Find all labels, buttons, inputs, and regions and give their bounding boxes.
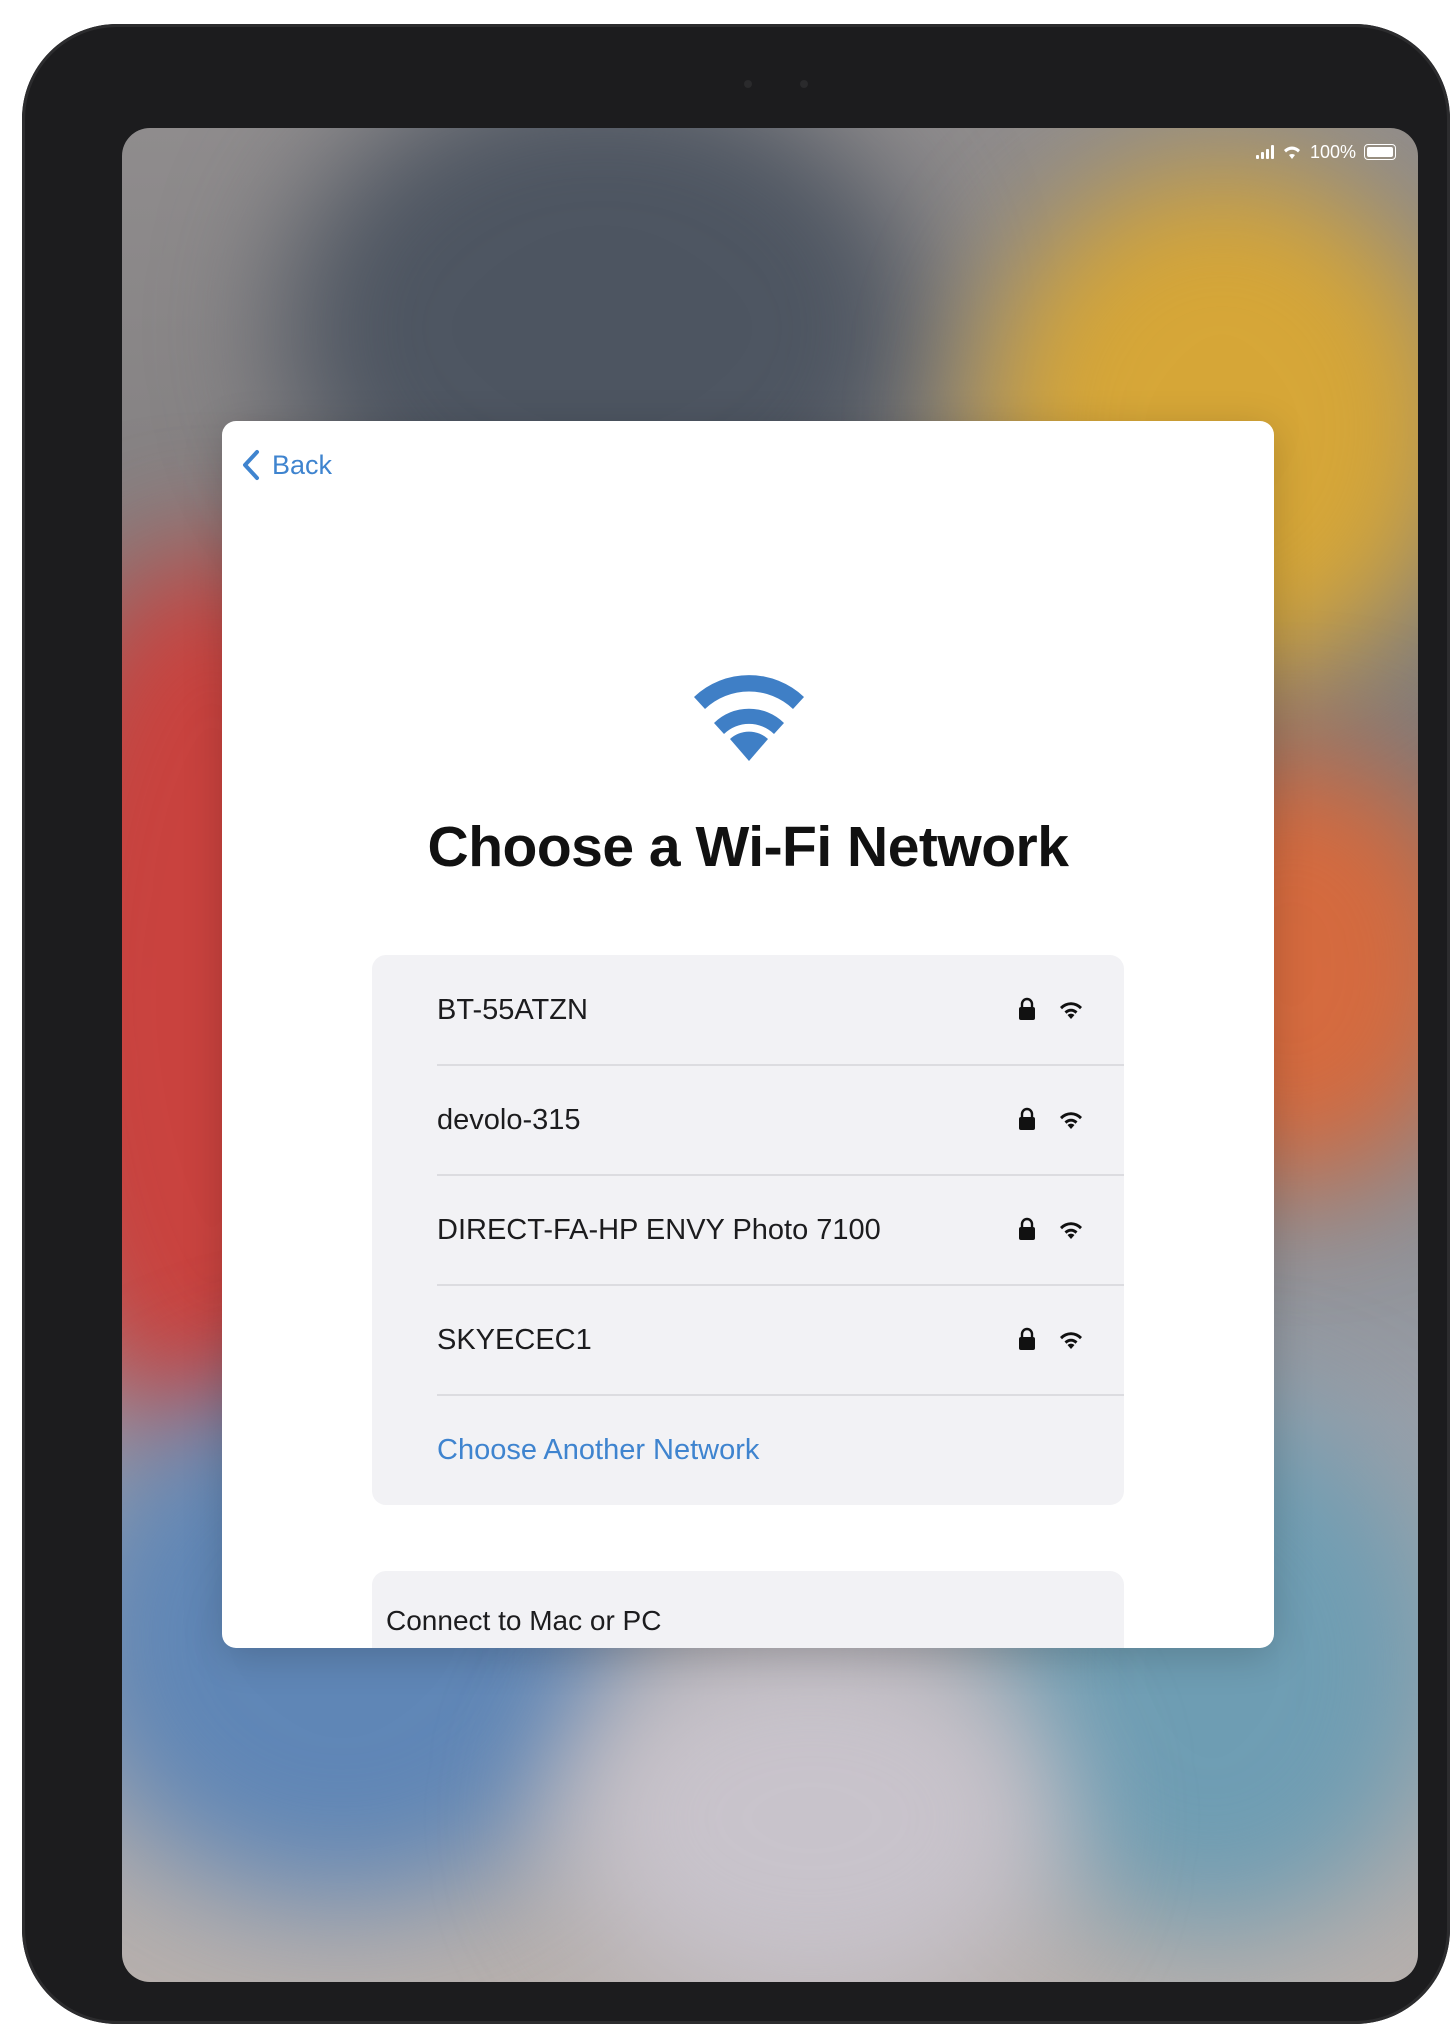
wifi-setup-sheet: Back Choose a Wi-Fi Network BT-55ATZN de… — [222, 421, 1274, 1648]
wifi-signal-icon — [1060, 1112, 1082, 1129]
status-bar: 100% — [1255, 138, 1396, 166]
network-list: BT-55ATZN devolo-315 DIRECT-FA-HP ENVY P… — [372, 955, 1124, 1505]
chevron-left-icon — [243, 450, 259, 480]
choose-another-network-link[interactable]: Choose Another Network — [437, 1395, 759, 1505]
lock-icon — [1019, 1217, 1035, 1240]
wifi-signal-icon — [1060, 1222, 1082, 1239]
cellular-signal-icon — [1255, 145, 1274, 159]
camera-icon — [744, 80, 752, 88]
connect-to-computer-option[interactable]: Connect to Mac or PC — [372, 1571, 1124, 1648]
back-label: Back — [272, 449, 333, 480]
page-title: Choose a Wi-Fi Network — [427, 815, 1069, 879]
sensor-icon — [800, 80, 808, 88]
wifi-signal-icon — [1060, 1332, 1082, 1349]
back-button[interactable]: Back — [242, 449, 332, 481]
battery-icon — [1364, 144, 1396, 160]
wifi-icon — [694, 675, 804, 761]
lock-icon — [1019, 997, 1035, 1020]
battery-percentage: 100% — [1309, 141, 1356, 162]
wifi-signal-icon — [1060, 1002, 1082, 1019]
connect-label: Connect to Mac or PC — [386, 1605, 662, 1636]
lock-icon — [1019, 1327, 1035, 1350]
lock-icon — [1019, 1107, 1035, 1130]
wifi-status-icon — [1283, 146, 1300, 159]
